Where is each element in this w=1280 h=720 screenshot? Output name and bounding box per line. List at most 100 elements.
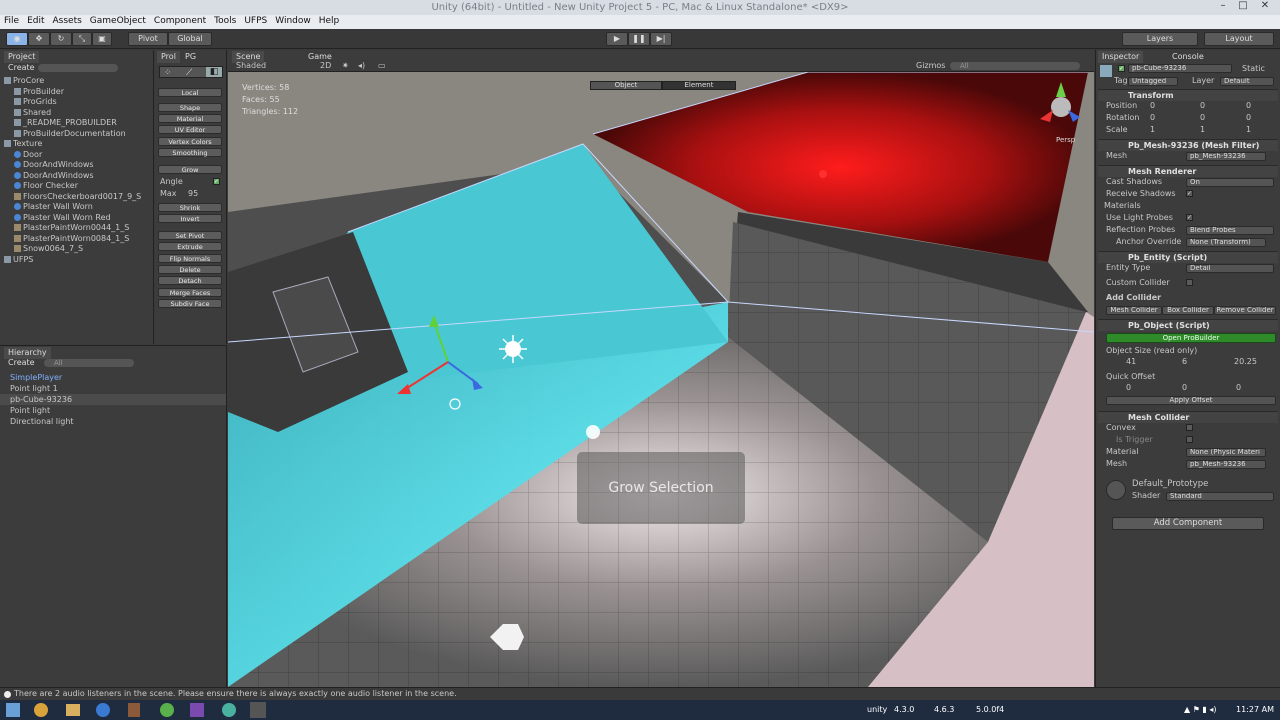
- unity-version-2[interactable]: 4.6.3: [934, 705, 954, 714]
- flip-normals-button[interactable]: Flip Normals: [158, 254, 222, 263]
- shrink-button[interactable]: Shrink: [158, 203, 222, 212]
- project-tree-item[interactable]: PlasterPaintWorn0084_1_S: [14, 234, 129, 244]
- tab-inspector[interactable]: Inspector: [1098, 51, 1144, 63]
- element-mode-button[interactable]: Element: [662, 81, 736, 90]
- pause-icon[interactable]: ❚❚: [628, 32, 650, 46]
- tab-project[interactable]: Project: [4, 51, 40, 63]
- project-tree-item[interactable]: _README_PROBUILDER: [14, 118, 117, 128]
- project-tree-item[interactable]: ProGrids: [14, 97, 57, 107]
- rotation-x[interactable]: 0: [1150, 113, 1155, 123]
- hierarchy-item[interactable]: pb-Cube-93236: [10, 395, 72, 405]
- hand-tool-icon[interactable]: ◉: [6, 32, 28, 46]
- mesh-renderer-header[interactable]: Mesh Renderer: [1098, 165, 1278, 177]
- tab-console[interactable]: Console: [1168, 51, 1208, 63]
- menu-gameobject[interactable]: GameObject: [86, 15, 150, 27]
- entity-type-dropdown[interactable]: Detail: [1186, 264, 1274, 273]
- quick-offset-z[interactable]: 0: [1236, 383, 1241, 393]
- menu-assets[interactable]: Assets: [49, 15, 86, 27]
- step-icon[interactable]: ▶|: [650, 32, 672, 46]
- scale-y[interactable]: 1: [1200, 125, 1205, 135]
- project-search-input[interactable]: [38, 64, 118, 72]
- unity-taskbar-icon[interactable]: [250, 702, 266, 718]
- open-probuilder-button[interactable]: Open ProBuilder: [1106, 333, 1276, 343]
- unity-version-1[interactable]: 4.3.0: [894, 705, 914, 714]
- project-tree-item[interactable]: Texture: [4, 139, 42, 149]
- project-tree-item[interactable]: DoorAndWindows: [14, 171, 94, 181]
- position-x[interactable]: 0: [1150, 101, 1155, 111]
- unity-version-3[interactable]: 5.0.0f4: [976, 705, 1004, 714]
- menu-help[interactable]: Help: [315, 15, 344, 27]
- subdiv-face-button[interactable]: Subdiv Face: [158, 299, 222, 308]
- hierarchy-item[interactable]: Point light: [10, 406, 50, 416]
- hierarchy-item[interactable]: Point light 1: [10, 384, 58, 394]
- minimize-button[interactable]: –: [1212, 0, 1234, 15]
- rotation-y[interactable]: 0: [1200, 113, 1205, 123]
- mesh-collider-header[interactable]: Mesh Collider: [1098, 411, 1278, 423]
- hierarchy-item[interactable]: SimplePlayer: [10, 373, 62, 383]
- material-button[interactable]: Material: [158, 114, 222, 123]
- materials-foldout[interactable]: Materials: [1104, 201, 1141, 211]
- detach-button[interactable]: Detach: [158, 276, 222, 285]
- mesh-collider-button[interactable]: Mesh Collider: [1106, 306, 1162, 315]
- position-z[interactable]: 0: [1246, 101, 1251, 111]
- hierarchy-search-input[interactable]: All: [44, 359, 134, 367]
- menu-edit[interactable]: Edit: [23, 15, 48, 27]
- project-tree-item[interactable]: Shared: [14, 108, 51, 118]
- project-tree-item[interactable]: Plaster Wall Worn Red: [14, 213, 111, 223]
- shading-dropdown[interactable]: Shaded: [236, 61, 266, 71]
- angle-checkbox[interactable]: ✓: [213, 178, 220, 185]
- move-tool-icon[interactable]: ✥: [28, 32, 50, 46]
- hierarchy-create-button[interactable]: Create: [8, 358, 35, 368]
- menu-component[interactable]: Component: [150, 15, 210, 27]
- set-pivot-button[interactable]: Set Pivot: [158, 231, 222, 240]
- rect-tool-icon[interactable]: ▣: [92, 32, 112, 46]
- invert-button[interactable]: Invert: [158, 214, 222, 223]
- convex-checkbox[interactable]: [1186, 424, 1193, 431]
- scale-z[interactable]: 1: [1246, 125, 1251, 135]
- pivot-toggle[interactable]: Pivot: [128, 32, 168, 46]
- custom-collider-checkbox[interactable]: [1186, 279, 1193, 286]
- project-tree-item[interactable]: ProBuilder: [14, 87, 64, 97]
- red-light-icon[interactable]: [819, 170, 827, 178]
- add-component-button[interactable]: Add Component: [1112, 517, 1264, 530]
- active-checkbox[interactable]: ✓: [1118, 65, 1125, 72]
- max-value-field[interactable]: 95: [188, 189, 198, 199]
- quick-offset-x[interactable]: 0: [1126, 383, 1131, 393]
- transform-header[interactable]: Transform: [1098, 89, 1278, 101]
- chrome-icon[interactable]: [34, 703, 48, 717]
- project-tree-item[interactable]: DoorAndWindows: [14, 160, 94, 170]
- scale-tool-icon[interactable]: ⤡: [72, 32, 92, 46]
- shader-dropdown[interactable]: Standard: [1166, 492, 1274, 501]
- material-name[interactable]: Default_Prototype: [1132, 479, 1208, 489]
- app-icon[interactable]: [222, 703, 236, 717]
- project-tree-item[interactable]: Snow0064_7_S: [14, 244, 83, 254]
- spotify-icon[interactable]: [160, 703, 174, 717]
- object-name-field[interactable]: pb-Cube-93236: [1128, 64, 1232, 73]
- scene-viewport[interactable]: [228, 72, 1094, 687]
- maximize-button[interactable]: □: [1232, 0, 1254, 15]
- calculator-icon[interactable]: [128, 703, 140, 717]
- tag-dropdown[interactable]: Untagged: [1128, 77, 1178, 86]
- gizmos-dropdown[interactable]: Gizmos: [916, 61, 945, 71]
- clock[interactable]: 11:27 AM: [1236, 705, 1274, 714]
- extrude-button[interactable]: Extrude: [158, 242, 222, 251]
- layer-dropdown[interactable]: Default: [1220, 77, 1274, 86]
- status-message[interactable]: There are 2 audio listeners in the scene…: [14, 688, 457, 700]
- apply-offset-button[interactable]: Apply Offset: [1106, 396, 1276, 405]
- is-trigger-checkbox[interactable]: [1186, 436, 1193, 443]
- global-toggle[interactable]: Global: [168, 32, 212, 46]
- object-mode-button[interactable]: Object: [590, 81, 662, 90]
- project-tree-item[interactable]: PlasterPaintWorn0044_1_S: [14, 223, 129, 233]
- layers-dropdown[interactable]: Layers: [1122, 32, 1198, 46]
- collider-mesh-field[interactable]: pb_Mesh-93236: [1186, 460, 1266, 469]
- 2d-toggle[interactable]: 2D: [320, 61, 331, 71]
- edge-mode-icon[interactable]: ⟋: [186, 68, 192, 78]
- use-light-probes-checkbox[interactable]: ✓: [1186, 214, 1193, 221]
- scene-search-input[interactable]: All: [950, 62, 1080, 70]
- collider-material-field[interactable]: None (Physic Materi: [1186, 448, 1266, 457]
- project-tree-item[interactable]: Plaster Wall Worn: [14, 202, 93, 212]
- face-mode-icon[interactable]: ◧: [206, 67, 222, 77]
- project-tree-item[interactable]: Door: [14, 150, 42, 160]
- project-create-button[interactable]: Create: [8, 63, 35, 73]
- tray-icons[interactable]: ▲ ⚑ ▮ ◂): [1184, 705, 1217, 714]
